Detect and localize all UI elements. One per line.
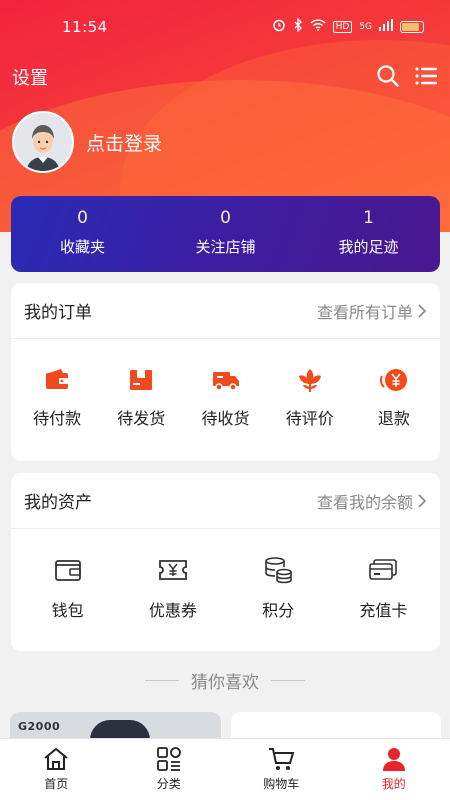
tab-label: 购物车 bbox=[263, 777, 300, 791]
box-icon bbox=[130, 370, 153, 390]
asset-points[interactable]: 积分 bbox=[235, 555, 321, 621]
stat-label: 收藏夹 bbox=[59, 238, 105, 256]
order-pending-shipment[interactable]: 待发货 bbox=[99, 367, 183, 429]
view-balance-label: 查看我的余额 bbox=[316, 492, 413, 512]
bluetooth-icon bbox=[293, 17, 303, 35]
order-item-label: 待发货 bbox=[117, 409, 166, 428]
asset-recharge-card[interactable]: 充值卡 bbox=[340, 555, 426, 621]
stat-label: 我的足迹 bbox=[338, 238, 399, 256]
order-pending-payment[interactable]: 待付款 bbox=[15, 367, 99, 429]
asset-wallet[interactable]: 钱包 bbox=[25, 555, 111, 621]
alarm-icon bbox=[272, 18, 286, 35]
order-item-label: 待收货 bbox=[201, 409, 250, 428]
stat-value: 0 bbox=[77, 208, 88, 228]
wallet-outline-icon bbox=[54, 560, 81, 581]
order-refund[interactable]: 退款 bbox=[352, 367, 436, 429]
avatar[interactable] bbox=[12, 111, 74, 173]
tab-category[interactable]: 分类 bbox=[113, 739, 226, 800]
home-icon bbox=[44, 747, 68, 770]
status-time: 11:54 bbox=[62, 18, 108, 36]
asset-item-label: 钱包 bbox=[51, 601, 84, 620]
truck-icon bbox=[212, 372, 239, 391]
chevron-right-icon bbox=[418, 303, 427, 318]
tab-home[interactable]: 首页 bbox=[0, 739, 113, 800]
orders-title: 我的订单 bbox=[24, 303, 92, 323]
signal-label: 5G bbox=[359, 21, 372, 32]
brand-logo: G2000 bbox=[18, 720, 61, 733]
asset-item-label: 充值卡 bbox=[359, 601, 408, 620]
order-item-label: 待付款 bbox=[33, 409, 82, 428]
search-icon[interactable] bbox=[376, 64, 400, 88]
profile-section[interactable]: 点击登录 bbox=[12, 110, 162, 174]
view-all-orders-link[interactable]: 查看所有订单 bbox=[317, 299, 427, 323]
assets-card: 我的资产 查看我的余额 钱包 优惠券 积分 充值卡 bbox=[11, 473, 440, 651]
stat-label: 关注店铺 bbox=[195, 238, 256, 256]
view-balance-link[interactable]: 查看我的余额 bbox=[317, 489, 427, 513]
order-item-label: 待评价 bbox=[285, 409, 334, 428]
stats-panel: 0 收藏夹 0 关注店铺 1 我的足迹 bbox=[11, 196, 440, 272]
stat-favorites[interactable]: 0 收藏夹 bbox=[11, 196, 154, 272]
stat-value: 0 bbox=[220, 208, 231, 228]
card-icon bbox=[369, 559, 398, 580]
chevron-right-icon bbox=[418, 493, 427, 508]
stat-followed-shops[interactable]: 0 关注店铺 bbox=[154, 196, 297, 272]
battery-icon bbox=[400, 20, 424, 33]
recommend-title: 猜你喜欢 bbox=[191, 673, 259, 693]
recommend-heading: 猜你喜欢 bbox=[0, 668, 450, 693]
asset-coupon[interactable]: 优惠券 bbox=[130, 555, 216, 621]
menu-list-icon[interactable] bbox=[414, 64, 438, 88]
signal-icon bbox=[379, 19, 393, 34]
order-item-label: 退款 bbox=[377, 409, 410, 428]
user-icon bbox=[382, 748, 405, 771]
wifi-icon bbox=[310, 19, 326, 34]
stat-footprints[interactable]: 1 我的足迹 bbox=[297, 196, 440, 272]
tab-label: 我的 bbox=[381, 777, 406, 791]
refund-yen-icon bbox=[379, 369, 407, 391]
hd-badge: HD bbox=[332, 20, 353, 33]
view-all-orders-label: 查看所有订单 bbox=[316, 302, 413, 322]
coupon-icon bbox=[158, 560, 187, 580]
wallet-icon bbox=[46, 369, 69, 389]
status-bar: 11:54 HD 5G bbox=[0, 0, 450, 56]
settings-link[interactable]: 设置 bbox=[12, 64, 48, 90]
tab-cart[interactable]: 购物车 bbox=[225, 739, 338, 800]
order-pending-review[interactable]: 待评价 bbox=[268, 367, 352, 429]
bottom-tab-bar: 首页 分类 购物车 我的 bbox=[0, 738, 450, 800]
tab-label: 分类 bbox=[156, 777, 181, 791]
asset-item-label: 积分 bbox=[262, 601, 295, 620]
flower-icon bbox=[298, 369, 321, 392]
asset-item-label: 优惠券 bbox=[148, 601, 197, 620]
tab-label: 首页 bbox=[44, 777, 69, 791]
cart-icon bbox=[269, 748, 295, 770]
order-pending-receipt[interactable]: 待收货 bbox=[183, 367, 267, 429]
stat-value: 1 bbox=[363, 208, 374, 228]
login-link[interactable]: 点击登录 bbox=[86, 129, 162, 156]
category-icon bbox=[156, 747, 181, 771]
tab-mine[interactable]: 我的 bbox=[338, 739, 450, 800]
coins-icon bbox=[265, 557, 292, 584]
orders-card: 我的订单 查看所有订单 待付款 待发货 待收货 待评价 退款 bbox=[11, 283, 440, 461]
assets-title: 我的资产 bbox=[24, 493, 92, 513]
